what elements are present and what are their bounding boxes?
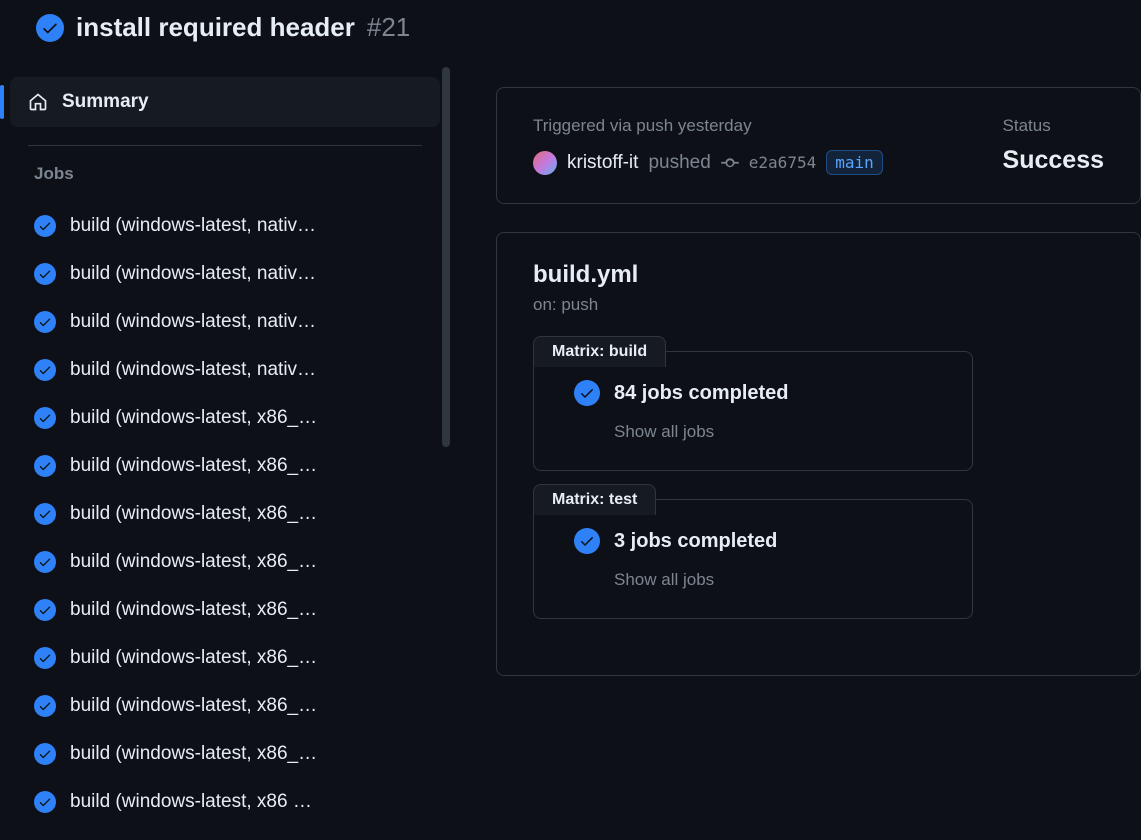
workflow-run-header: install required header #21 <box>0 0 1141 67</box>
job-label: build (windows-latest, nativ… <box>70 263 316 285</box>
job-item[interactable]: build (windows-latest, x86_… <box>10 490 440 538</box>
job-label: build (windows-latest, x86_… <box>70 647 317 669</box>
check-circle-icon <box>34 407 56 429</box>
job-label: build (windows-latest, x86 … <box>70 791 312 813</box>
job-label: build (windows-latest, nativ… <box>70 215 316 237</box>
check-circle-icon <box>34 455 56 477</box>
job-item[interactable]: build (windows-latest, x86_… <box>10 394 440 442</box>
check-circle-icon <box>34 695 56 717</box>
check-circle-icon <box>34 647 56 669</box>
avatar[interactable] <box>533 151 557 175</box>
job-item[interactable]: build (windows-latest, nativ… <box>10 250 440 298</box>
job-item[interactable]: build (windows-latest, x86 … <box>10 778 440 826</box>
check-circle-icon <box>34 311 56 333</box>
job-label: build (windows-latest, nativ… <box>70 311 316 333</box>
job-item[interactable]: build (windows-latest, x86_… <box>10 586 440 634</box>
jobs-list: build (windows-latest, nativ… build (wind… <box>10 202 440 826</box>
job-item[interactable]: build (windows-latest, x86_… <box>10 538 440 586</box>
job-item[interactable]: build (windows-latest, x86_… <box>10 682 440 730</box>
check-circle-icon <box>34 743 56 765</box>
summary-label: Summary <box>62 91 149 113</box>
workflow-card: build.yml on: push Matrix: build84 jobs … <box>496 232 1141 676</box>
commit-sha[interactable]: e2a6754 <box>749 153 816 172</box>
check-circle-icon <box>34 503 56 525</box>
check-circle-icon <box>574 380 600 406</box>
trigger-row: kristoff-it pushed e2a6754 main <box>533 150 1003 175</box>
trigger-label: Triggered via push yesterday <box>533 116 1003 136</box>
matrix-status-row: 84 jobs completed <box>574 380 932 406</box>
workflow-title: install required header <box>76 12 355 43</box>
job-label: build (windows-latest, x86_… <box>70 455 317 477</box>
matrix-box[interactable]: Matrix: build84 jobs completedShow all j… <box>533 351 973 471</box>
commit-icon <box>721 154 739 172</box>
job-item[interactable]: build (windows-latest, x86_… <box>10 442 440 490</box>
workflow-file-name: build.yml <box>533 261 1104 289</box>
check-circle-icon <box>574 528 600 554</box>
divider <box>28 145 422 146</box>
job-item[interactable]: build (windows-latest, nativ… <box>10 298 440 346</box>
check-circle-icon <box>34 551 56 573</box>
author-link[interactable]: kristoff-it <box>567 152 638 174</box>
matrix-tab: Matrix: build <box>533 336 666 367</box>
job-label: build (windows-latest, x86_… <box>70 503 317 525</box>
show-all-jobs-link[interactable]: Show all jobs <box>614 570 932 590</box>
main-content: Triggered via push yesterday kristoff-it… <box>450 67 1141 837</box>
job-item[interactable]: build (windows-latest, x86_… <box>10 634 440 682</box>
branch-label[interactable]: main <box>826 150 883 175</box>
status-label: Status <box>1003 116 1104 136</box>
summary-nav-item[interactable]: Summary <box>10 77 440 127</box>
job-label: build (windows-latest, x86_… <box>70 695 317 717</box>
job-item[interactable]: build (windows-latest, nativ… <box>10 202 440 250</box>
job-item[interactable]: build (windows-latest, x86_… <box>10 730 440 778</box>
pushed-text: pushed <box>648 152 710 174</box>
check-circle-icon <box>34 359 56 381</box>
sidebar: Summary Jobs build (windows-latest, nati… <box>0 67 450 837</box>
job-label: build (windows-latest, x86_… <box>70 743 317 765</box>
check-circle-icon <box>36 14 64 42</box>
jobs-heading: Jobs <box>10 164 440 202</box>
job-label: build (windows-latest, x86_… <box>70 599 317 621</box>
job-label: build (windows-latest, x86_… <box>70 407 317 429</box>
home-icon <box>28 92 48 112</box>
matrix-completed-text: 84 jobs completed <box>614 382 789 405</box>
job-label: build (windows-latest, nativ… <box>70 359 316 381</box>
run-info-card: Triggered via push yesterday kristoff-it… <box>496 87 1141 204</box>
check-circle-icon <box>34 791 56 813</box>
status-value: Success <box>1003 146 1104 175</box>
check-circle-icon <box>34 599 56 621</box>
check-circle-icon <box>34 263 56 285</box>
check-circle-icon <box>34 215 56 237</box>
matrix-completed-text: 3 jobs completed <box>614 530 777 553</box>
matrix-tab: Matrix: test <box>533 484 656 515</box>
workflow-on-trigger: on: push <box>533 295 1104 315</box>
job-item[interactable]: build (windows-latest, nativ… <box>10 346 440 394</box>
job-label: build (windows-latest, x86_… <box>70 551 317 573</box>
run-number: #21 <box>367 12 410 43</box>
matrix-box[interactable]: Matrix: test3 jobs completedShow all job… <box>533 499 973 619</box>
show-all-jobs-link[interactable]: Show all jobs <box>614 422 932 442</box>
matrix-status-row: 3 jobs completed <box>574 528 932 554</box>
matrices-container: Matrix: build84 jobs completedShow all j… <box>533 351 1104 619</box>
